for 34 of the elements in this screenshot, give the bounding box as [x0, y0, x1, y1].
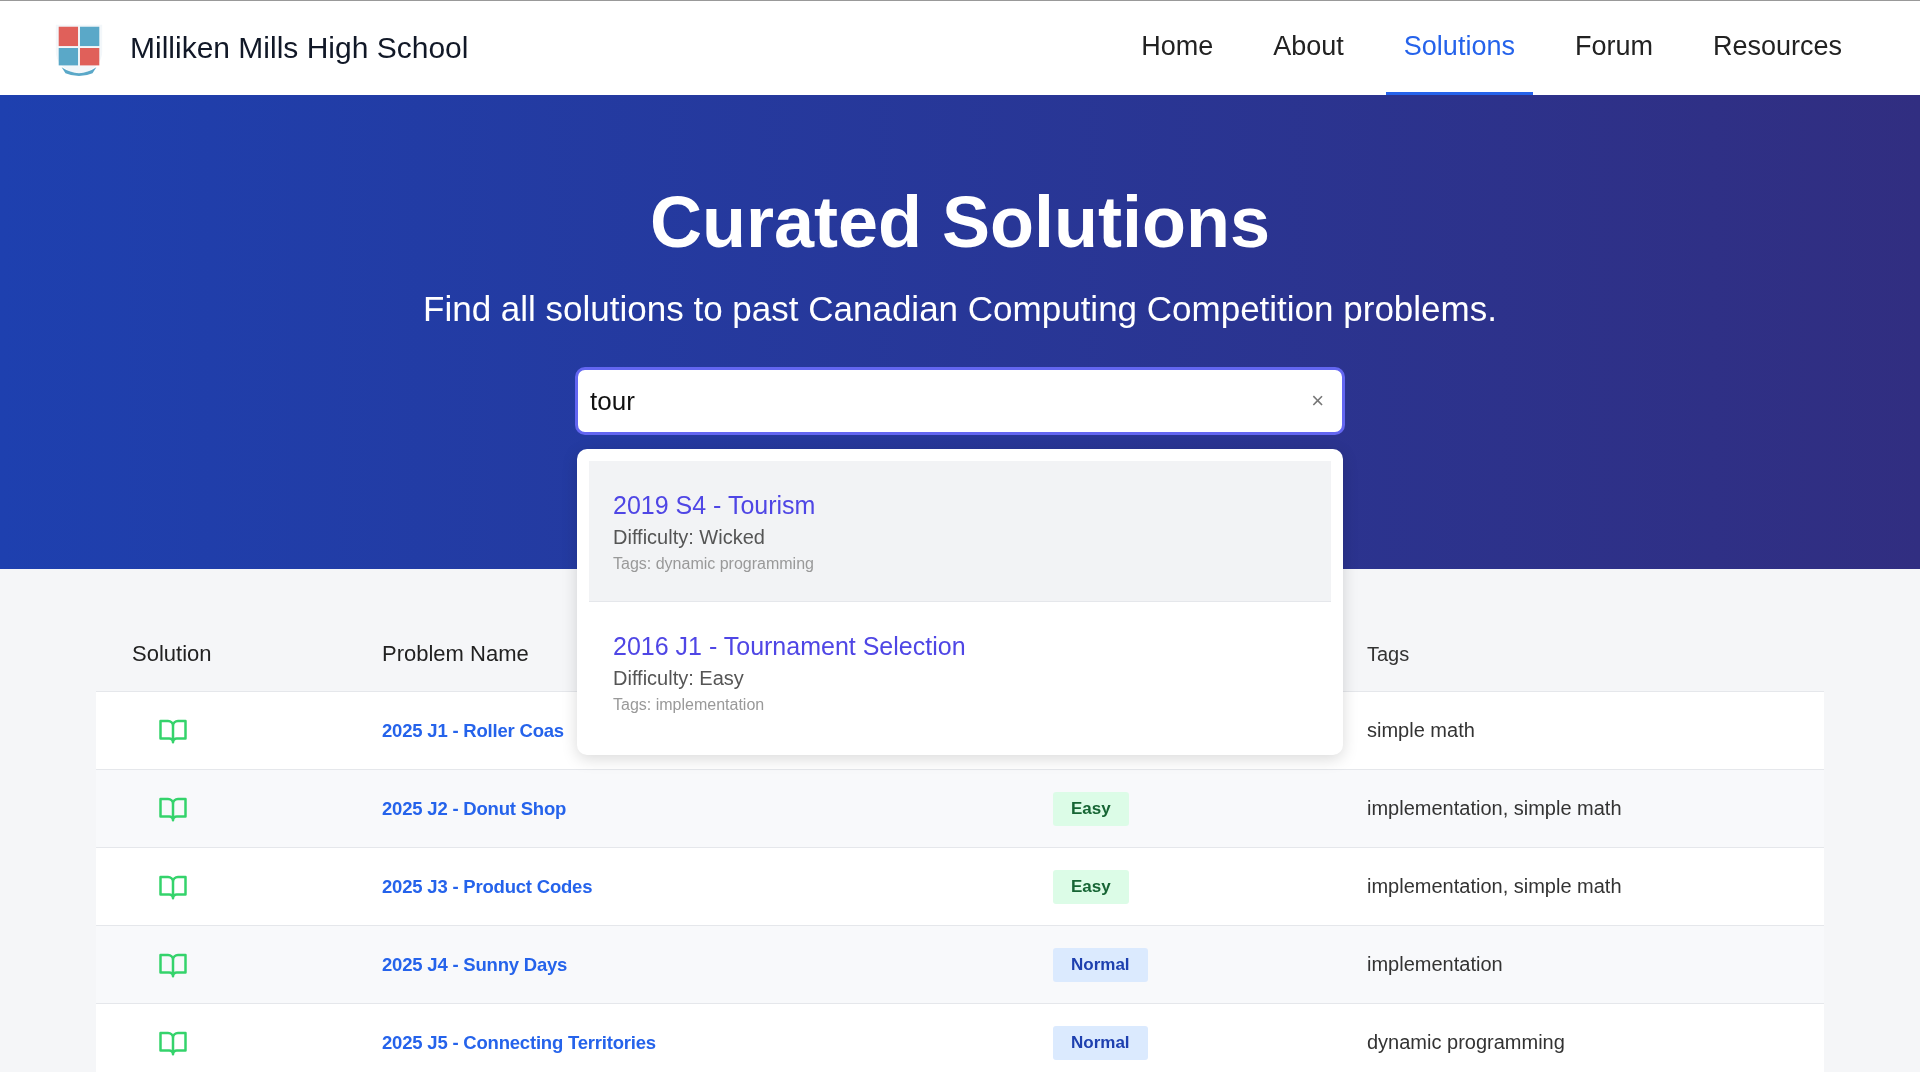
hero-title: Curated Solutions: [650, 181, 1270, 264]
result-tags: Tags: implementation: [613, 696, 1307, 715]
result-title: 2019 S4 - Tourism: [613, 491, 817, 521]
school-name: Milliken Mills High School: [130, 31, 469, 65]
problem-link[interactable]: 2025 J5 - Connecting Territories: [382, 1031, 656, 1053]
nav-link[interactable]: Forum: [1556, 1, 1671, 95]
problem-link[interactable]: 2025 J3 - Product Codes: [382, 875, 593, 897]
difficulty-badge: Normal: [1053, 947, 1148, 982]
clear-button[interactable]: ×: [1311, 388, 1324, 415]
difficulty-badge: Easy: [1053, 791, 1129, 826]
difficulty-badge: Easy: [1053, 869, 1129, 904]
column-header: Tags: [1367, 642, 1410, 666]
nav-link[interactable]: Home: [1123, 1, 1232, 95]
nav-link[interactable]: Resources: [1694, 1, 1860, 95]
result-title: 2016 J1 - Tournament Selection: [613, 632, 967, 662]
result-difficulty: Difficulty: Easy: [613, 667, 745, 691]
search-field[interactable]: tour ×: [575, 367, 1345, 436]
column-header: Solution: [132, 641, 212, 667]
result-tags: Tags: dynamic programming: [613, 555, 1307, 574]
tags-text: implementation, simple math: [1367, 797, 1622, 819]
problem-link[interactable]: 2025 J1 - Roller Coas: [382, 719, 564, 741]
result-difficulty: Difficulty: Wicked: [613, 526, 766, 550]
tags-text: dynamic programming: [1367, 1031, 1565, 1053]
difficulty-badge: Normal: [1053, 1025, 1148, 1060]
search-result[interactable]: 2019 S4 - Tourism Difficulty: Wicked Tags: dynamic programming: [589, 461, 1331, 603]
tags-text: implementation: [1367, 953, 1503, 975]
nav-link[interactable]: About: [1255, 1, 1362, 95]
search-result[interactable]: 2016 J1 - Tournament Selection Difficulty: Easy Tags: implementation: [589, 602, 1331, 744]
problem-link[interactable]: 2025 J4 - Sunny Days: [382, 953, 568, 975]
tags-text: implementation, simple math: [1367, 875, 1622, 897]
tags-text: simple math: [1367, 719, 1475, 741]
column-header: Problem Name: [382, 641, 529, 667]
problem-link[interactable]: 2025 J2 - Donut Shop: [382, 797, 567, 819]
hero-subtitle: Find all solutions to past Canadian Computing Competition problems.: [423, 289, 1497, 330]
